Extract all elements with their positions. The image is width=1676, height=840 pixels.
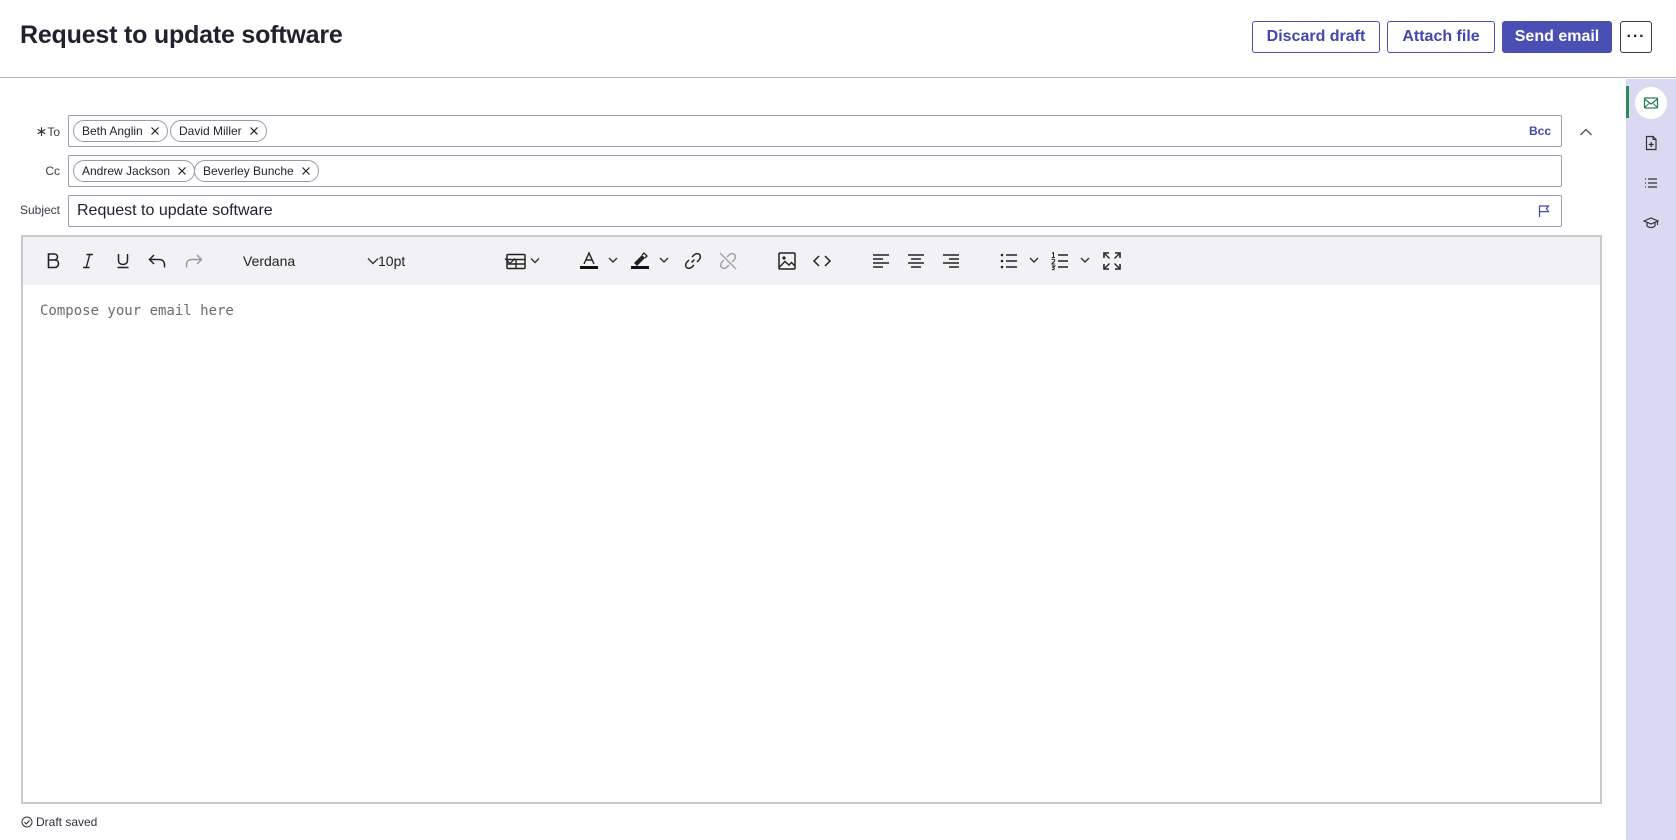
attach-file-button[interactable]: Attach file bbox=[1387, 21, 1495, 53]
send-email-button[interactable]: Send email bbox=[1502, 21, 1612, 53]
recipient-name: Beverley Bunche bbox=[203, 164, 294, 178]
graduation-cap-icon[interactable] bbox=[1635, 207, 1667, 239]
insert-image-icon[interactable] bbox=[775, 249, 799, 273]
bcc-link[interactable]: Bcc bbox=[1529, 124, 1551, 138]
italic-icon[interactable] bbox=[76, 249, 100, 273]
editor-toolbar: Verdana 10pt bbox=[23, 237, 1600, 285]
underline-icon[interactable] bbox=[111, 249, 135, 273]
fullscreen-icon[interactable] bbox=[1100, 249, 1124, 273]
more-options-button[interactable]: ··· bbox=[1620, 21, 1652, 53]
discard-draft-button[interactable]: Discard draft bbox=[1252, 21, 1380, 53]
to-label: ∗To bbox=[20, 123, 60, 140]
align-right-icon[interactable] bbox=[939, 249, 963, 273]
remove-recipient-icon[interactable] bbox=[147, 123, 163, 139]
align-center-icon[interactable] bbox=[904, 249, 928, 273]
to-field[interactable]: Beth Anglin David Miller Bcc bbox=[68, 115, 1562, 147]
bold-icon[interactable] bbox=[41, 249, 65, 273]
check-circle-icon bbox=[21, 816, 33, 828]
rail-selected-indicator bbox=[1626, 86, 1629, 118]
remove-recipient-icon[interactable] bbox=[298, 163, 314, 179]
font-size-select[interactable]: 10pt bbox=[378, 249, 516, 273]
flag-icon[interactable] bbox=[1537, 204, 1551, 223]
email-compose-icon[interactable] bbox=[1635, 87, 1667, 119]
page-header: Request to update software Discard draft… bbox=[0, 0, 1676, 78]
font-size-value: 10pt bbox=[378, 253, 406, 269]
recipient-name: David Miller bbox=[179, 124, 242, 138]
recipient-chip[interactable]: Beverley Bunche bbox=[194, 160, 319, 182]
numbered-list-icon[interactable] bbox=[1050, 249, 1094, 273]
compose-placeholder[interactable]: Compose your email here bbox=[40, 303, 234, 319]
recipient-chip[interactable]: Andrew Jackson bbox=[73, 160, 196, 182]
font-family-select[interactable]: Verdana bbox=[243, 249, 379, 273]
cc-label: Cc bbox=[45, 164, 60, 178]
table-icon[interactable] bbox=[505, 249, 545, 273]
align-left-icon[interactable] bbox=[869, 249, 893, 273]
to-label-text: To bbox=[47, 125, 60, 139]
list-icon[interactable] bbox=[1635, 167, 1667, 199]
recipient-name: Andrew Jackson bbox=[82, 164, 171, 178]
required-marker: ∗ bbox=[35, 123, 48, 139]
new-document-icon[interactable] bbox=[1635, 127, 1667, 159]
recipient-chip[interactable]: Beth Anglin bbox=[73, 120, 168, 142]
undo-icon[interactable] bbox=[145, 249, 169, 273]
remove-recipient-icon[interactable] bbox=[174, 163, 190, 179]
bullet-list-icon[interactable] bbox=[999, 249, 1043, 273]
cc-field[interactable]: Andrew Jackson Beverley Bunche bbox=[68, 155, 1562, 187]
draft-status-text: Draft saved bbox=[36, 815, 98, 829]
unlink-icon[interactable] bbox=[716, 249, 740, 273]
redo-icon[interactable] bbox=[182, 249, 206, 273]
recipient-chip[interactable]: David Miller bbox=[170, 120, 267, 142]
subject-label: Subject bbox=[19, 203, 60, 217]
draft-status: Draft saved bbox=[21, 815, 97, 829]
page-title: Request to update software bbox=[20, 21, 343, 49]
source-code-icon[interactable] bbox=[810, 249, 834, 273]
text-color-icon[interactable] bbox=[579, 249, 623, 273]
collapse-fields-chevron-up-icon[interactable] bbox=[1576, 122, 1596, 142]
subject-field[interactable]: Request to update software bbox=[68, 195, 1562, 227]
link-icon[interactable] bbox=[681, 249, 705, 273]
remove-recipient-icon[interactable] bbox=[246, 123, 262, 139]
recipient-name: Beth Anglin bbox=[82, 124, 143, 138]
subject-input[interactable]: Request to update software bbox=[77, 202, 273, 220]
font-family-value: Verdana bbox=[243, 253, 296, 269]
highlight-color-icon[interactable] bbox=[630, 249, 674, 273]
email-body-editor[interactable]: Verdana 10pt Compose your email here bbox=[21, 235, 1602, 804]
